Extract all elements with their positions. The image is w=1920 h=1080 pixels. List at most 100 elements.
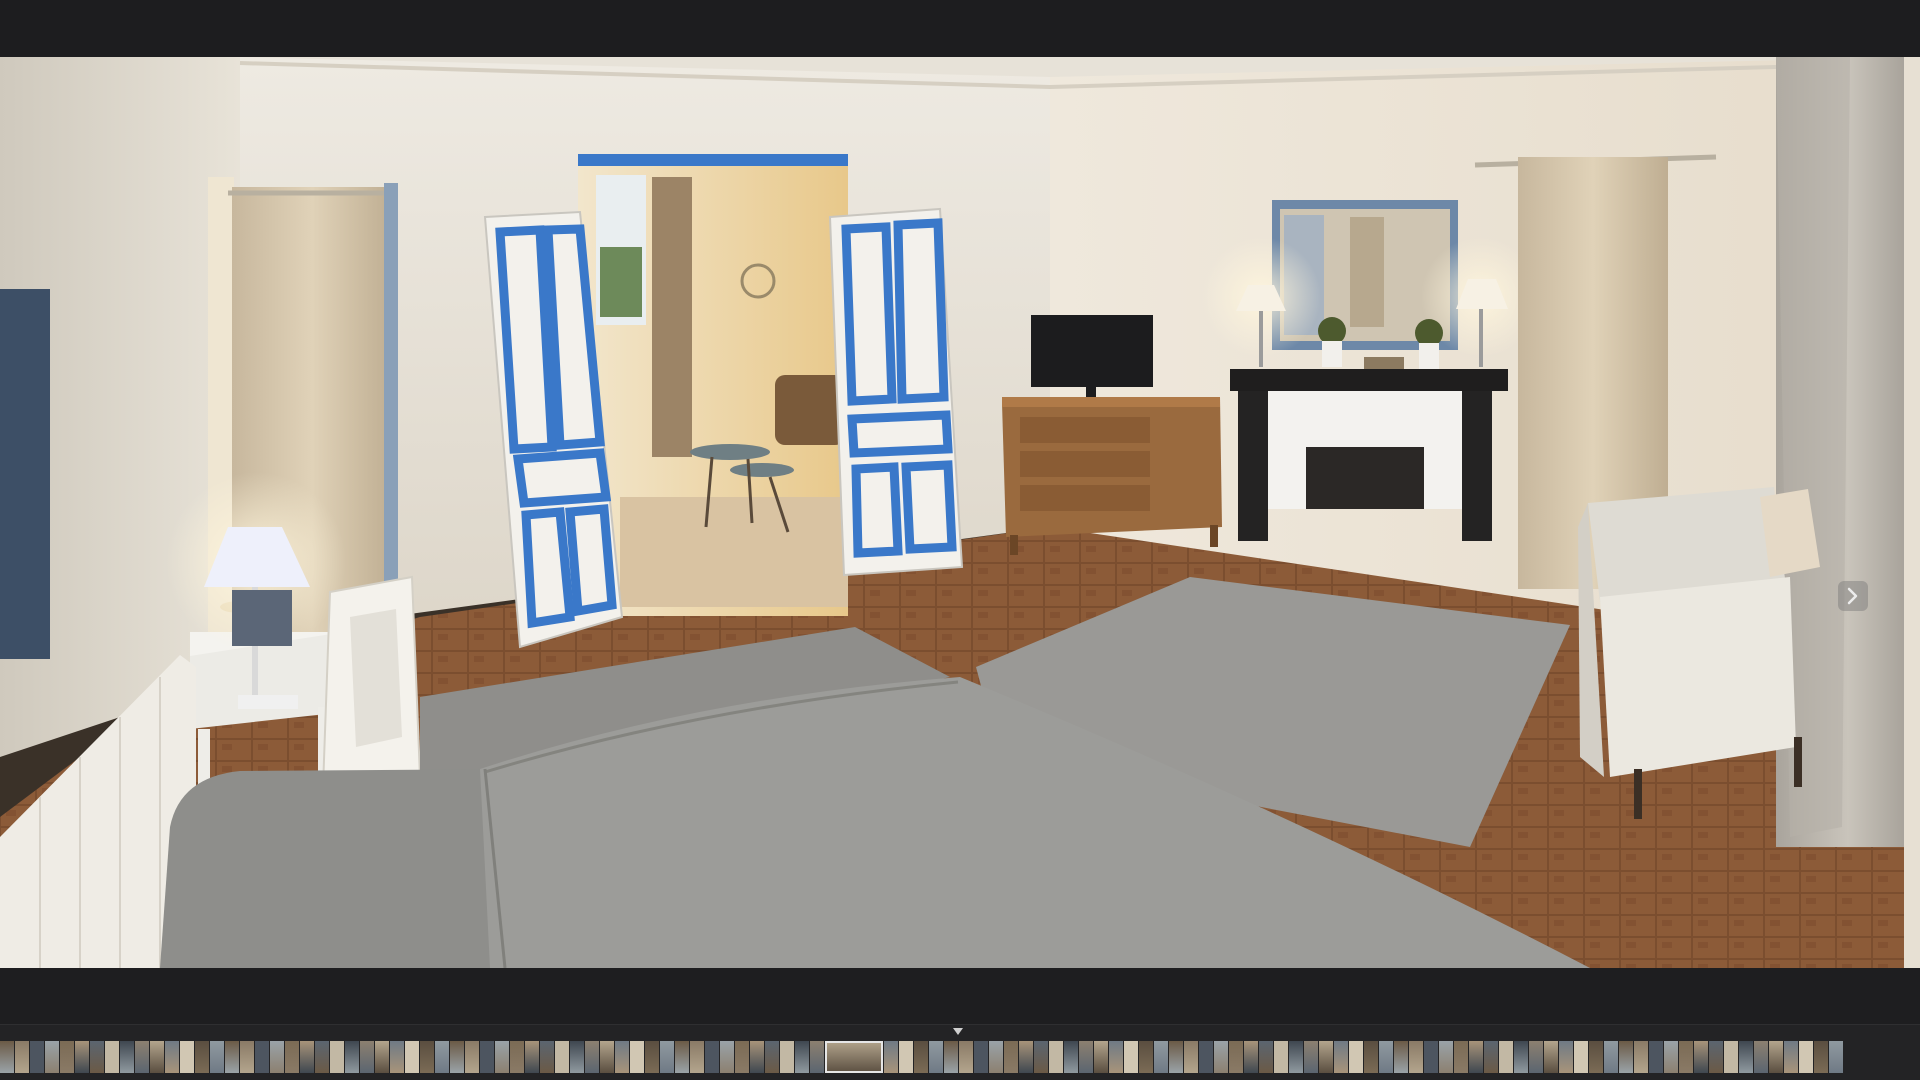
- thumbnail[interactable]: [1439, 1041, 1453, 1073]
- thumbnail[interactable]: [1349, 1041, 1363, 1073]
- thumbnail[interactable]: [270, 1041, 284, 1073]
- thumbnail[interactable]: [180, 1041, 194, 1073]
- thumbnail[interactable]: [60, 1041, 74, 1073]
- thumbnail[interactable]: [1484, 1041, 1498, 1073]
- thumbnail[interactable]: [1124, 1041, 1138, 1073]
- thumbnail[interactable]: [105, 1041, 119, 1073]
- thumbnail[interactable]: [1619, 1041, 1633, 1073]
- thumbnail[interactable]: [1784, 1041, 1798, 1073]
- thumbnail[interactable]: [630, 1041, 644, 1073]
- thumbnail[interactable]: [1529, 1041, 1543, 1073]
- thumbnail[interactable]: [1214, 1041, 1228, 1073]
- thumbnail[interactable]: [15, 1041, 29, 1073]
- thumbnail[interactable]: [1334, 1041, 1348, 1073]
- thumbnail[interactable]: [1514, 1041, 1528, 1073]
- thumbnail[interactable]: [1184, 1041, 1198, 1073]
- thumbnail[interactable]: [570, 1041, 584, 1073]
- thumbnail[interactable]: [600, 1041, 614, 1073]
- thumbnail[interactable]: [899, 1041, 913, 1073]
- thumbnail[interactable]: [1469, 1041, 1483, 1073]
- thumbnail[interactable]: [555, 1041, 569, 1073]
- thumbnail[interactable]: [465, 1041, 479, 1073]
- thumbnail[interactable]: [944, 1041, 958, 1073]
- thumbnail[interactable]: [1304, 1041, 1318, 1073]
- thumbnail[interactable]: [210, 1041, 224, 1073]
- thumbnail[interactable]: [585, 1041, 599, 1073]
- thumbnail[interactable]: [285, 1041, 299, 1073]
- thumbnail[interactable]: [1109, 1041, 1123, 1073]
- thumbnail[interactable]: [1574, 1041, 1588, 1073]
- thumbnail[interactable]: [929, 1041, 943, 1073]
- thumbnail[interactable]: [690, 1041, 704, 1073]
- thumbnail[interactable]: [1589, 1041, 1603, 1073]
- thumbnail[interactable]: [450, 1041, 464, 1073]
- thumbnail[interactable]: [1694, 1041, 1708, 1073]
- thumbnail[interactable]: [1604, 1041, 1618, 1073]
- thumbnail[interactable]: [720, 1041, 734, 1073]
- thumbnail[interactable]: [1079, 1041, 1093, 1073]
- thumbnail[interactable]: [1724, 1041, 1738, 1073]
- thumbnail[interactable]: [914, 1041, 928, 1073]
- thumbnail[interactable]: [1754, 1041, 1768, 1073]
- thumbnail[interactable]: [345, 1041, 359, 1073]
- thumbnail[interactable]: [1169, 1041, 1183, 1073]
- thumbnail[interactable]: [120, 1041, 134, 1073]
- thumbnail[interactable]: [1739, 1041, 1753, 1073]
- thumbnail[interactable]: [750, 1041, 764, 1073]
- thumbnail[interactable]: [884, 1041, 898, 1073]
- thumbnail[interactable]: [240, 1041, 254, 1073]
- thumbnail[interactable]: [480, 1041, 494, 1073]
- thumbnail[interactable]: [660, 1041, 674, 1073]
- thumbnail[interactable]: [1679, 1041, 1693, 1073]
- thumbnail[interactable]: [1454, 1041, 1468, 1073]
- thumbnail[interactable]: [1394, 1041, 1408, 1073]
- thumbnail[interactable]: [135, 1041, 149, 1073]
- thumbnail[interactable]: [1274, 1041, 1288, 1073]
- thumbnail[interactable]: [75, 1041, 89, 1073]
- thumbnail[interactable]: [1424, 1041, 1438, 1073]
- thumbnail[interactable]: [1559, 1041, 1573, 1073]
- thumbnail[interactable]: [300, 1041, 314, 1073]
- thumbnail[interactable]: [255, 1041, 269, 1073]
- thumbnail[interactable]: [1769, 1041, 1783, 1073]
- thumbnail[interactable]: [90, 1041, 104, 1073]
- thumbnail[interactable]: [195, 1041, 209, 1073]
- thumbnail[interactable]: [615, 1041, 629, 1073]
- thumbnail[interactable]: [1049, 1041, 1063, 1073]
- thumbnail[interactable]: [1199, 1041, 1213, 1073]
- thumbnail[interactable]: [1379, 1041, 1393, 1073]
- thumbnail[interactable]: [1799, 1041, 1813, 1073]
- filmstrip[interactable]: [0, 1024, 1920, 1080]
- thumbnail[interactable]: [30, 1041, 44, 1073]
- thumbnail[interactable]: [330, 1041, 344, 1073]
- thumbnail[interactable]: [315, 1041, 329, 1073]
- thumbnail[interactable]: [1319, 1041, 1333, 1073]
- thumbnail[interactable]: [795, 1041, 809, 1073]
- thumbnail[interactable]: [0, 1041, 14, 1073]
- thumbnail[interactable]: [1364, 1041, 1378, 1073]
- thumbnail[interactable]: [1814, 1041, 1828, 1073]
- thumbnail[interactable]: [780, 1041, 794, 1073]
- thumbnail[interactable]: [1094, 1041, 1108, 1073]
- thumbnail[interactable]: [510, 1041, 524, 1073]
- thumbnail[interactable]: [360, 1041, 374, 1073]
- thumbnail[interactable]: [1499, 1041, 1513, 1073]
- thumbnail[interactable]: [1244, 1041, 1258, 1073]
- thumbnail[interactable]: [974, 1041, 988, 1073]
- next-photo-button[interactable]: [1838, 581, 1868, 611]
- thumbnail[interactable]: [390, 1041, 404, 1073]
- thumbnail[interactable]: [150, 1041, 164, 1073]
- thumbnail[interactable]: [1004, 1041, 1018, 1073]
- thumbnail-selected[interactable]: [825, 1041, 883, 1073]
- thumbnail[interactable]: [525, 1041, 539, 1073]
- thumbnail[interactable]: [1409, 1041, 1423, 1073]
- thumbnail[interactable]: [1034, 1041, 1048, 1073]
- thumbnail[interactable]: [645, 1041, 659, 1073]
- thumbnail[interactable]: [1829, 1041, 1843, 1073]
- thumbnail[interactable]: [45, 1041, 59, 1073]
- thumbnail[interactable]: [375, 1041, 389, 1073]
- thumbnail[interactable]: [420, 1041, 434, 1073]
- thumbnail[interactable]: [1154, 1041, 1168, 1073]
- thumbnail[interactable]: [1259, 1041, 1273, 1073]
- thumbnail[interactable]: [1019, 1041, 1033, 1073]
